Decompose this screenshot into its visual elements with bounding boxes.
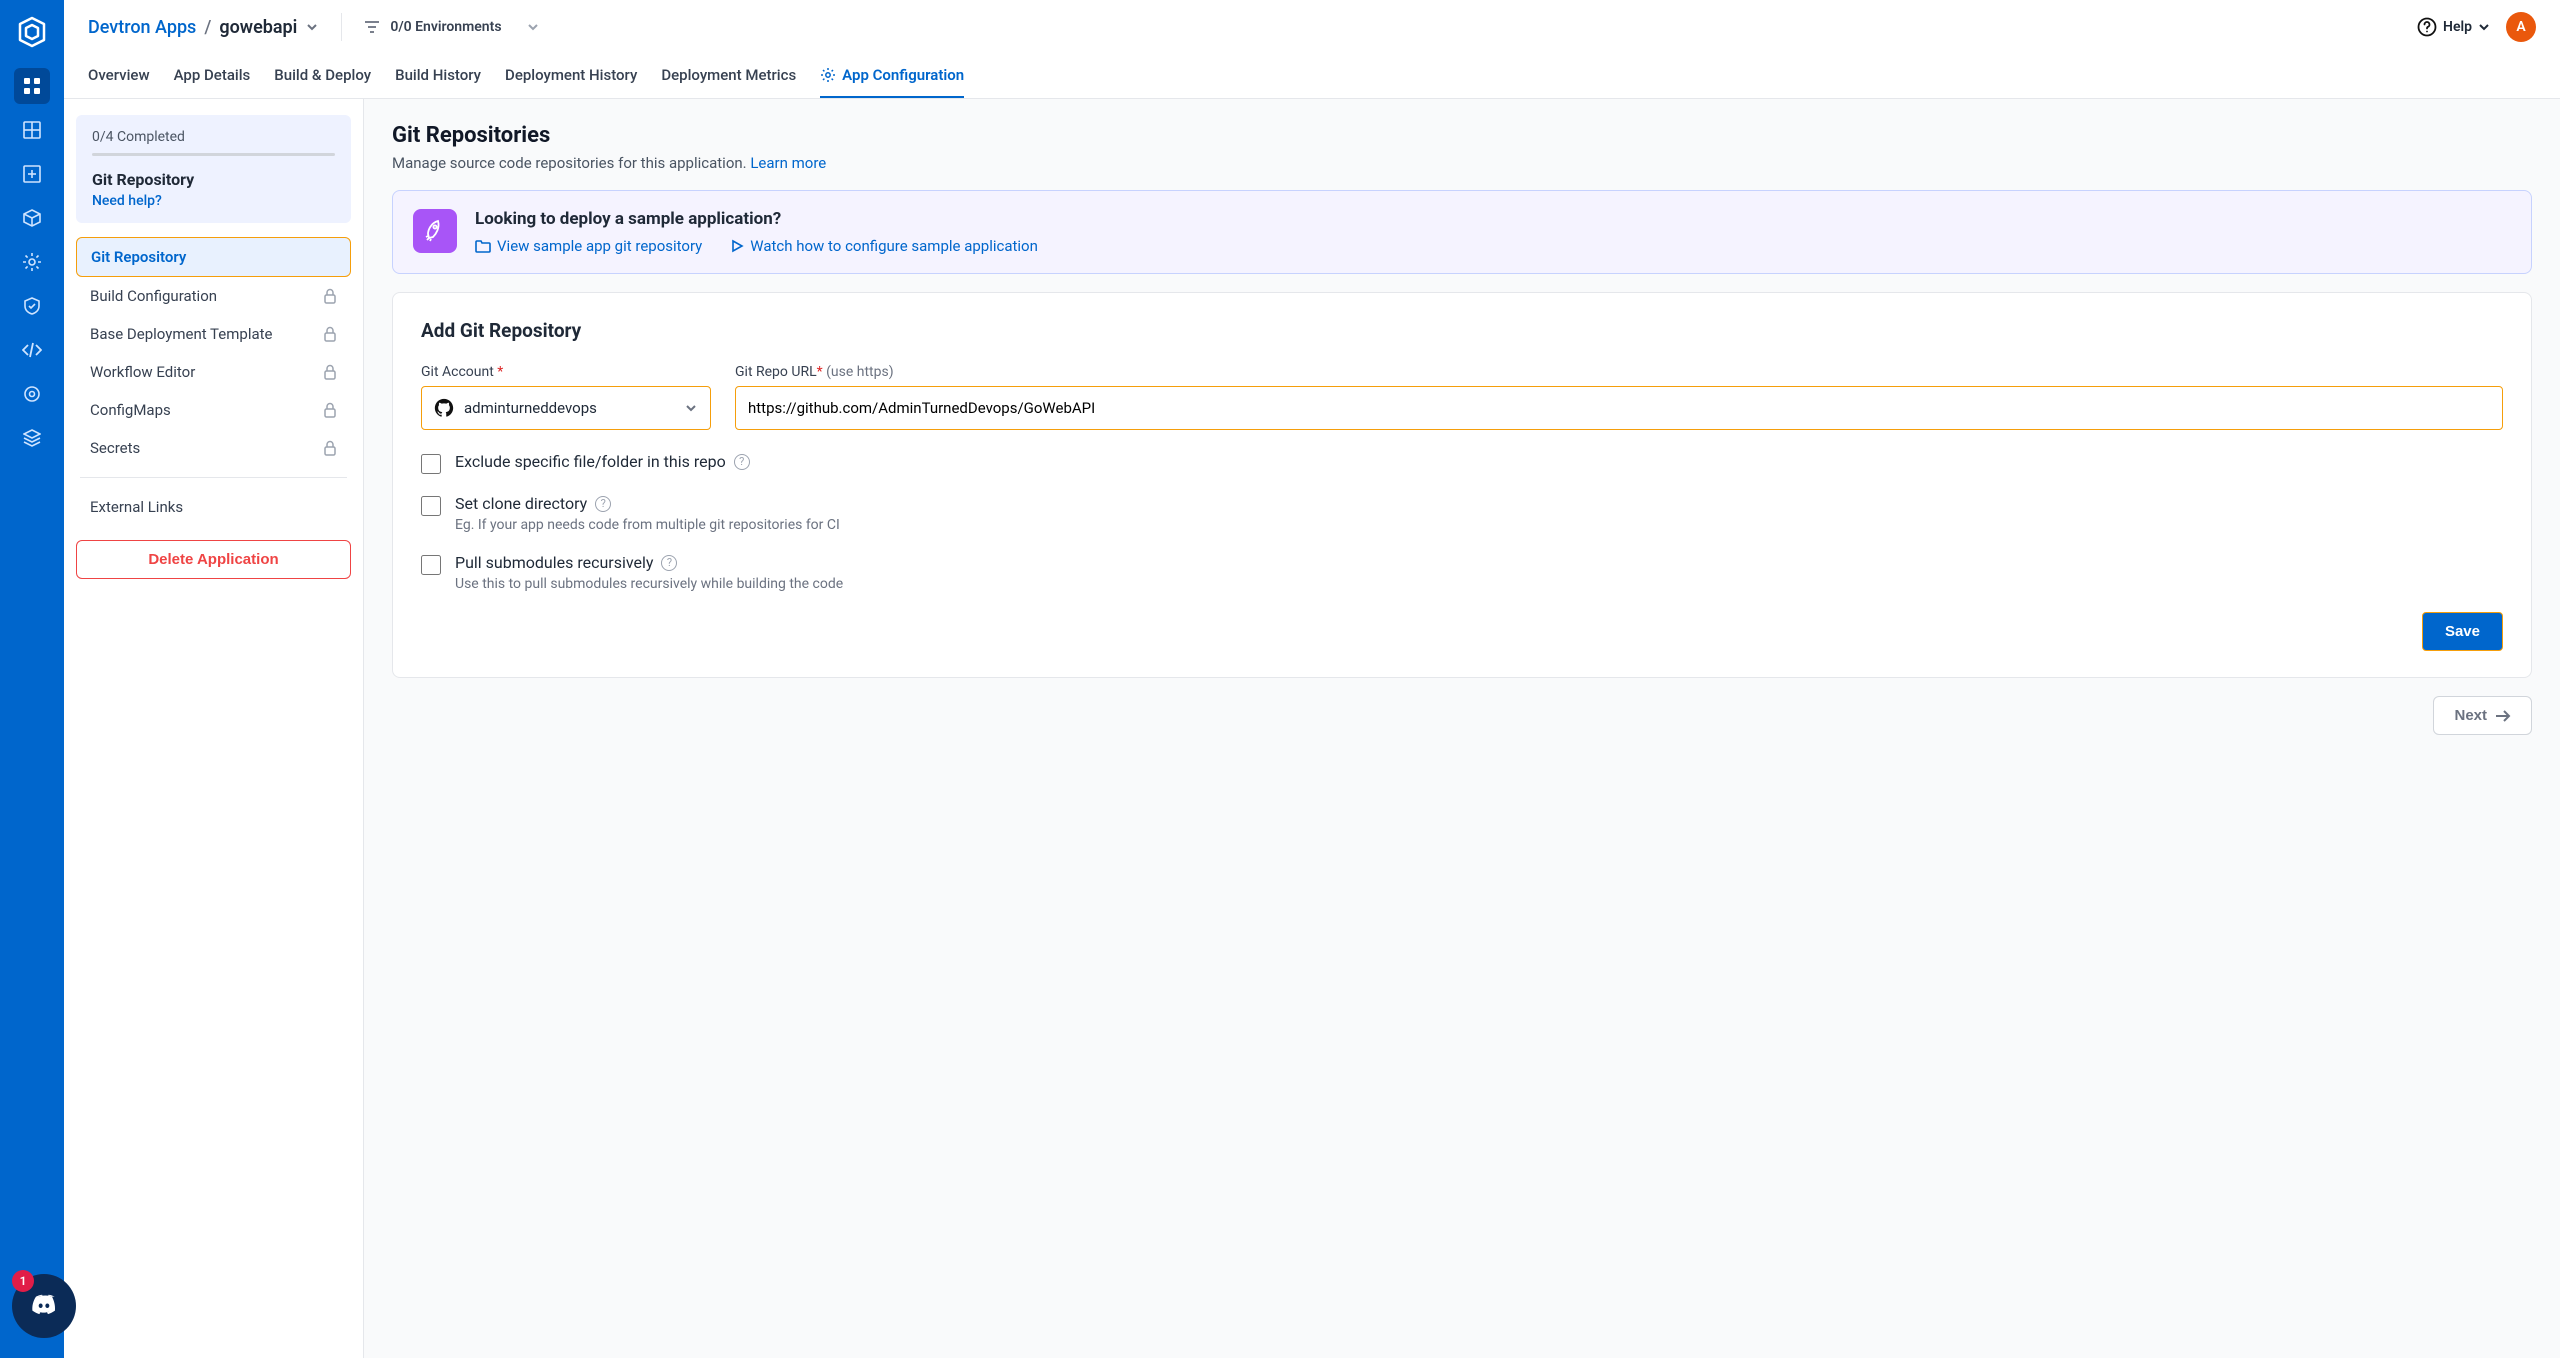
help-button[interactable]: Help	[2417, 17, 2490, 37]
clone-dir-label: Set clone directory?	[455, 494, 840, 513]
tab-overview[interactable]: Overview	[88, 54, 150, 98]
nav-code-icon[interactable]	[14, 332, 50, 368]
github-icon	[434, 398, 454, 418]
page-title: Git Repositories	[392, 123, 2532, 148]
nav-grid-icon[interactable]	[14, 112, 50, 148]
sidebar-item-external-links[interactable]: External Links	[76, 488, 351, 526]
tab-app-configuration[interactable]: App Configuration	[820, 54, 964, 98]
lock-icon	[323, 402, 337, 418]
tab-build-history[interactable]: Build History	[395, 54, 481, 98]
nav-rail: 1	[0, 0, 64, 1358]
lock-icon	[323, 326, 337, 342]
current-step-title: Git Repository	[92, 170, 335, 189]
breadcrumb-current: gowebapi	[219, 17, 297, 38]
banner-title: Looking to deploy a sample application?	[475, 209, 1038, 229]
divider	[80, 477, 347, 478]
exclude-files-label: Exclude specific file/folder in this rep…	[455, 452, 750, 471]
page-body: Git Repositories Manage source code repo…	[364, 99, 2560, 1358]
nav-layers-icon[interactable]	[14, 420, 50, 456]
breadcrumb: Devtron Apps / gowebapi	[88, 17, 319, 38]
config-sidebar: 0/4 Completed Git Repository Need help? …	[64, 99, 364, 1358]
exclude-files-checkbox[interactable]	[421, 454, 441, 474]
help-icon	[2417, 17, 2437, 37]
sidebar-item-build-configuration[interactable]: Build Configuration	[76, 277, 351, 315]
sample-app-banner: Looking to deploy a sample application? …	[392, 190, 2532, 274]
submodules-desc: Use this to pull submodules recursively …	[455, 576, 843, 592]
learn-more-link[interactable]: Learn more	[750, 154, 826, 172]
tab-deployment-metrics[interactable]: Deployment Metrics	[661, 54, 796, 98]
git-url-label: Git Repo URL* (use https)	[735, 364, 2503, 380]
rocket-icon	[413, 209, 457, 253]
avatar-initial: A	[2516, 19, 2525, 35]
chevron-down-icon	[526, 20, 540, 34]
git-account-label: Git Account *	[421, 364, 711, 380]
nav-cube-icon[interactable]	[14, 200, 50, 236]
env-filter-label: 0/0 Environments	[390, 19, 501, 35]
breadcrumb-sep: /	[204, 17, 211, 38]
devtron-logo[interactable]	[12, 12, 52, 52]
view-sample-repo-link[interactable]: View sample app git repository	[475, 237, 702, 255]
need-help-link[interactable]: Need help?	[92, 193, 335, 209]
folder-icon	[475, 239, 491, 253]
lock-icon	[323, 288, 337, 304]
info-icon[interactable]: ?	[734, 454, 750, 470]
info-icon[interactable]: ?	[595, 496, 611, 512]
git-account-select[interactable]: adminturneddevops	[421, 386, 711, 430]
submodules-checkbox[interactable]	[421, 555, 441, 575]
nav-apps-icon[interactable]	[14, 68, 50, 104]
chevron-down-icon[interactable]	[305, 20, 319, 34]
page-subtitle: Manage source code repositories for this…	[392, 154, 2532, 172]
clone-dir-desc: Eg. If your app needs code from multiple…	[455, 517, 840, 533]
discord-button[interactable]: 1	[12, 1274, 76, 1338]
watch-video-link[interactable]: Watch how to configure sample applicatio…	[730, 237, 1038, 255]
progress-label: 0/4 Completed	[92, 129, 335, 145]
arrow-right-icon	[2495, 709, 2511, 723]
tab-app-details[interactable]: App Details	[174, 54, 251, 98]
env-selector[interactable]: 0/0 Environments	[364, 19, 539, 35]
filter-icon	[364, 20, 380, 34]
card-heading: Add Git Repository	[421, 319, 2503, 342]
play-icon	[730, 239, 744, 253]
sidebar-item-git-repository[interactable]: Git Repository	[76, 237, 351, 277]
top-header: Devtron Apps / gowebapi 0/0 Environments…	[64, 0, 2560, 99]
tab-deployment-history[interactable]: Deployment History	[505, 54, 637, 98]
gear-icon	[820, 67, 836, 83]
sidebar-item-secrets[interactable]: Secrets	[76, 429, 351, 467]
discord-badge-count: 1	[12, 1270, 34, 1292]
delete-application-button[interactable]: Delete Application	[76, 540, 351, 579]
save-button[interactable]: Save	[2422, 612, 2503, 651]
sidebar-item-configmaps[interactable]: ConfigMaps	[76, 391, 351, 429]
git-account-value: adminturneddevops	[464, 399, 674, 417]
info-icon[interactable]: ?	[661, 555, 677, 571]
tabs: Overview App Details Build & Deploy Buil…	[88, 54, 2536, 98]
nav-settings-icon[interactable]	[14, 376, 50, 412]
sidebar-item-base-deployment-template[interactable]: Base Deployment Template	[76, 315, 351, 353]
lock-icon	[323, 364, 337, 380]
git-url-input[interactable]	[735, 386, 2503, 430]
chevron-down-icon	[684, 401, 698, 415]
clone-dir-checkbox[interactable]	[421, 496, 441, 516]
help-label: Help	[2443, 19, 2472, 35]
divider	[341, 13, 342, 41]
next-button[interactable]: Next	[2433, 696, 2532, 735]
progress-bar	[92, 153, 335, 156]
tab-build-deploy[interactable]: Build & Deploy	[274, 54, 371, 98]
nav-gear-icon[interactable]	[14, 244, 50, 280]
breadcrumb-root[interactable]: Devtron Apps	[88, 17, 196, 38]
nav-shield-icon[interactable]	[14, 288, 50, 324]
nav-add-icon[interactable]	[14, 156, 50, 192]
lock-icon	[323, 440, 337, 456]
submodules-label: Pull submodules recursively?	[455, 553, 843, 572]
add-git-repo-card: Add Git Repository Git Account * admintu…	[392, 292, 2532, 678]
progress-card: 0/4 Completed Git Repository Need help?	[76, 115, 351, 223]
chevron-down-icon	[2478, 21, 2490, 33]
sidebar-item-workflow-editor[interactable]: Workflow Editor	[76, 353, 351, 391]
avatar[interactable]: A	[2506, 12, 2536, 42]
